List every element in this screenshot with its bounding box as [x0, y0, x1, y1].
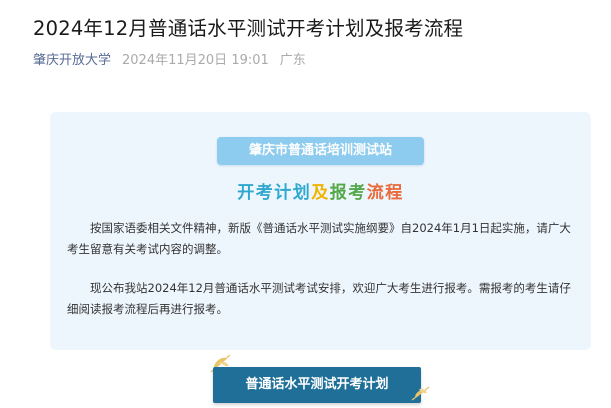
- notice-paragraph-2: 现公布我站2024年12月普通话水平测试考试安排，欢迎广大考生进行报考。需报考的…: [67, 281, 571, 316]
- article-title: 2024年12月普通话水平测试开考计划及报考流程: [33, 17, 464, 40]
- section-heading: 开考计划及报考流程: [50, 178, 591, 203]
- station-name-badge: 肇庆市普通话培训测试站: [217, 137, 424, 165]
- article-meta: 肇庆开放大学 2024年11月20日 19:01 广东: [33, 49, 306, 68]
- notice-paragraph-1: 按国家语委相关文件精神，新版《普通话水平测试实施纲要》自2024年1月1日起实施…: [67, 221, 571, 256]
- exam-plan-button[interactable]: 普通话水平测试开考计划: [213, 367, 421, 403]
- heading-part-apply: 报考: [329, 183, 367, 203]
- info-card: 肇庆市普通话培训测试站 开考计划及报考流程 按国家语委相关文件精神，新版《普通话…: [50, 112, 591, 350]
- account-name-link[interactable]: 肇庆开放大学: [33, 49, 111, 68]
- publish-location: 广东: [279, 53, 306, 68]
- leaf-sprig-icon: [411, 386, 430, 401]
- heading-part-process: 流程: [366, 183, 404, 203]
- heading-part-and: 及: [311, 183, 330, 203]
- publish-time: 2024年11月20日 19:01: [122, 53, 269, 68]
- heading-part-plan: 开考计划: [237, 183, 312, 203]
